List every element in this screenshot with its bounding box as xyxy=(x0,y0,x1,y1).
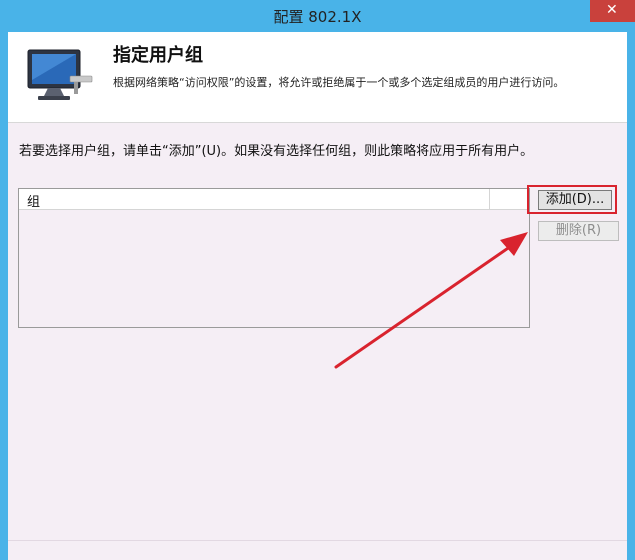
header-panel: 指定用户组 根据网络策略“访问权限”的设置，将允许或拒绝属于一个或多个选定组成员… xyxy=(8,32,627,123)
page-title: 指定用户组 xyxy=(113,45,203,66)
title-bar: 配置 802.1X ✕ xyxy=(0,0,635,32)
footer-divider xyxy=(8,540,627,541)
group-column-label: 组 xyxy=(27,195,41,210)
instruction-text: 若要选择用户组，请单击“添加”(U)。如果没有选择任何组，则此策略将应用于所有用… xyxy=(19,144,534,159)
window-border-left xyxy=(0,32,8,560)
group-list[interactable]: 组 xyxy=(18,188,530,328)
column-divider xyxy=(489,189,490,209)
add-button[interactable]: 添加(D)... xyxy=(538,190,612,210)
close-icon: ✕ xyxy=(606,2,618,18)
page-description: 根据网络策略“访问权限”的设置，将允许或拒绝属于一个或多个选定组成员的用户进行访… xyxy=(113,76,565,89)
close-button[interactable]: ✕ xyxy=(590,0,635,22)
window-title: 配置 802.1X xyxy=(273,8,362,26)
remove-button[interactable]: 删除(R) xyxy=(538,221,619,241)
group-column-header[interactable]: 组 xyxy=(19,189,529,210)
network-computer-icon xyxy=(27,49,93,100)
window-border-right xyxy=(627,32,635,560)
